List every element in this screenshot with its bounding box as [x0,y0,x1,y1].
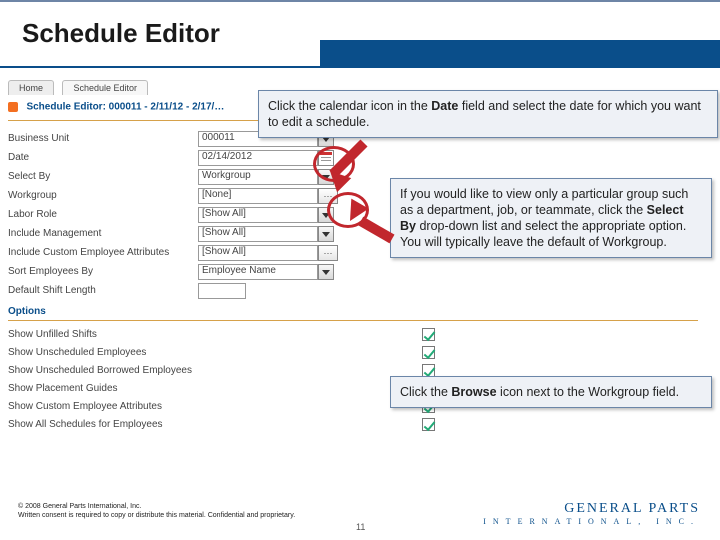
label-date: Date [8,152,198,163]
callout-browse: Click the Browse icon next to the Workgr… [390,376,712,408]
shift-length-input[interactable] [198,283,246,299]
label-business-unit: Business Unit [8,133,198,144]
logo-line-1: GENERAL PARTS [483,501,700,517]
sort-by-dropdown-icon[interactable] [318,264,334,280]
option-checkbox[interactable] [422,346,435,359]
highlight-ellipse-browse [327,192,369,228]
label-sort-by: Sort Employees By [8,266,198,277]
logo-line-2: INTERNATIONAL, INC. [483,517,700,526]
label-shift-length: Default Shift Length [8,285,198,296]
option-row: Show Unfilled Shifts [8,325,708,343]
page-number: 11 [356,522,365,532]
select-by-input[interactable]: Workgroup [198,169,318,185]
callout-bold: Browse [451,385,496,399]
callout-bold: Date [431,99,458,113]
header-underline [0,66,720,68]
callout-text: drop-down list and select the appropriat… [400,219,686,249]
option-label: Show Placement Guides [8,383,418,394]
option-label: Show Unfilled Shifts [8,329,418,340]
app-screenshot: Home Schedule Editor Schedule Editor: 00… [8,78,708,478]
option-checkbox[interactable] [422,364,435,377]
date-input[interactable]: 02/14/2012 [198,150,318,166]
callout-select-by: If you would like to view only a particu… [390,178,712,258]
callout-text: icon next to the Workgroup field. [497,385,680,399]
header-accent-bar [320,40,720,66]
callout-text: Click the calendar icon in the [268,99,431,113]
label-include-mgmt: Include Management [8,228,198,239]
workgroup-input[interactable]: [None] [198,188,318,204]
tab-home[interactable]: Home [8,80,54,95]
tab-schedule-editor[interactable]: Schedule Editor [62,80,148,95]
footer-copyright: © 2008 General Parts International, Inc. [18,503,378,511]
options-header: Options [8,306,708,317]
labor-role-input[interactable]: [Show All] [198,207,318,223]
editor-header-icon [8,102,18,112]
sort-by-input[interactable]: Employee Name [198,264,318,280]
label-select-by: Select By [8,171,198,182]
include-attrs-input[interactable]: [Show All] [198,245,318,261]
slide-title: Schedule Editor [22,18,220,49]
include-mgmt-dropdown-icon[interactable] [318,226,334,242]
option-label: Show Custom Employee Attributes [8,401,418,412]
footer-disclaimer: Written consent is required to copy or d… [18,512,378,520]
callout-date: Click the calendar icon in the Date fiel… [258,90,718,138]
editor-header-text: Schedule Editor: 000011 - 2/11/12 - 2/17… [26,101,224,112]
option-row: Show All Schedules for Employees [8,415,708,433]
option-label: Show Unscheduled Employees [8,347,418,358]
include-attrs-browse-button[interactable]: ··· [318,245,338,261]
option-label: Show Unscheduled Borrowed Employees [8,365,418,376]
option-label: Show All Schedules for Employees [8,419,418,430]
callout-text: If you would like to view only a particu… [400,187,688,217]
footer-legal: © 2008 General Parts International, Inc.… [18,503,378,520]
label-workgroup: Workgroup [8,190,198,201]
option-checkbox[interactable] [422,328,435,341]
option-checkbox[interactable] [422,418,435,431]
divider [8,320,698,321]
label-labor-role: Labor Role [8,209,198,220]
top-rule [0,0,720,2]
highlight-ellipse-calendar [313,146,355,182]
label-include-attrs: Include Custom Employee Attributes [8,247,198,258]
include-mgmt-input[interactable]: [Show All] [198,226,318,242]
callout-text: Click the [400,385,451,399]
footer-logo: GENERAL PARTS INTERNATIONAL, INC. [483,501,700,526]
option-row: Show Unscheduled Employees [8,343,708,361]
